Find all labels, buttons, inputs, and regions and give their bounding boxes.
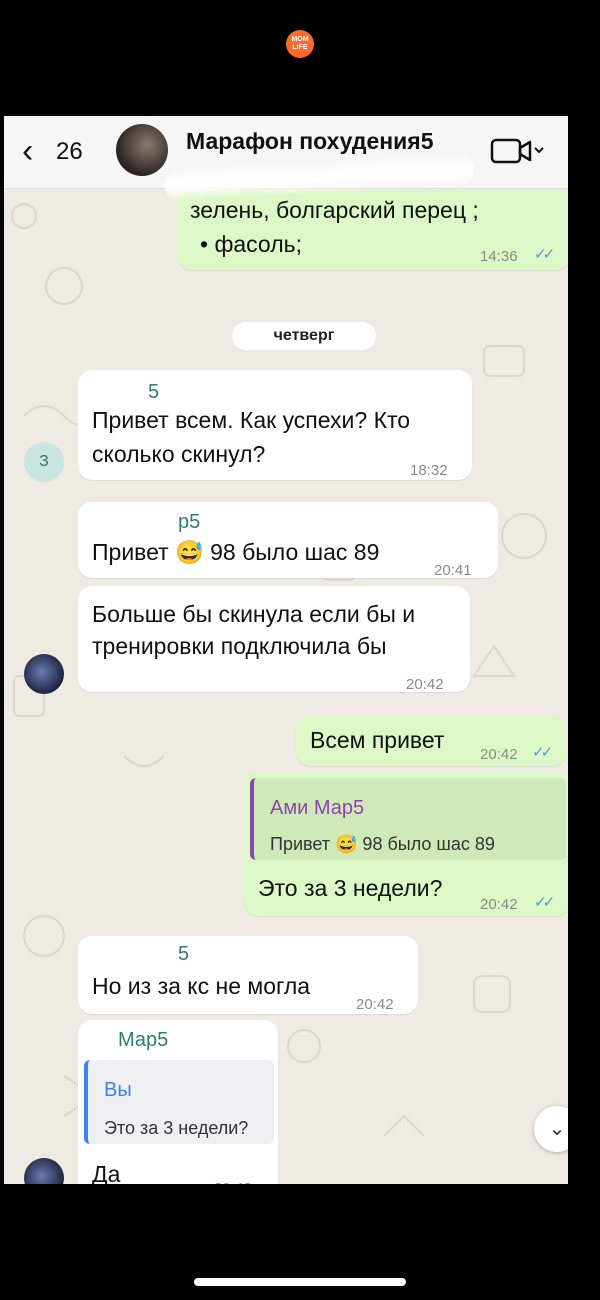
sender-name[interactable]: 5 xyxy=(178,938,189,971)
logo-line1: MOM xyxy=(291,36,309,43)
message-text: Привет всем. Как успехи? Кто xyxy=(92,407,411,433)
chevron-down-icon xyxy=(534,147,544,154)
message-time: 14:36 xyxy=(480,248,518,265)
chat-screen: ‹ 26 Марафон похудения5 зелень, болгарск… xyxy=(4,116,568,1184)
quoted-text: Привет 😅 98 было шас 89 xyxy=(270,834,495,854)
message-outgoing[interactable]: Всем привет 20:42 ✓✓ xyxy=(296,716,566,766)
group-avatar[interactable] xyxy=(116,124,168,176)
date-separator: четверг xyxy=(232,322,376,350)
message-time: 20:42 xyxy=(356,996,394,1013)
chevron-down-icon: ⌄ xyxy=(548,1118,566,1140)
message-time: 20:42 xyxy=(406,676,444,693)
message-incoming[interactable]: р5 Привет 😅 98 было шас 89 20:41 xyxy=(78,502,498,579)
message-time: 20:42 xyxy=(480,896,518,913)
message-text: Больше бы скинула если бы и xyxy=(92,601,416,627)
quoted-message[interactable]: Ами Мар5 Привет 😅 98 было шас 89 xyxy=(250,778,566,860)
chat-title[interactable]: Марафон похудения5 xyxy=(186,128,434,155)
message-text: зелень, болгарский перец ; xyxy=(190,197,479,223)
message-text: Да xyxy=(92,1161,121,1184)
message-text: тренировки подключила бы xyxy=(92,633,387,659)
message-text: сколько скинул? xyxy=(92,441,266,467)
message-outgoing-reply[interactable]: Ами Мар5 Привет 😅 98 было шас 89 Это за … xyxy=(244,772,568,916)
message-incoming[interactable]: Больше бы скинула если бы и тренировки п… xyxy=(78,586,470,693)
message-text: • фасоль; xyxy=(200,231,302,257)
avatar[interactable] xyxy=(24,654,64,694)
home-indicator[interactable] xyxy=(194,1278,406,1286)
sender-name[interactable]: р5 xyxy=(178,506,200,539)
message-text: Всем привет xyxy=(310,727,445,753)
back-chevron-icon[interactable]: ‹ xyxy=(22,134,33,168)
quoted-sender: Ами Мар5 xyxy=(270,797,365,819)
unread-count[interactable]: 26 xyxy=(56,138,83,166)
message-text: Это за 3 недели? xyxy=(258,875,443,901)
message-time: 20:41 xyxy=(434,562,472,579)
message-time: 20:42 xyxy=(214,1172,252,1184)
quoted-text: Это за 3 недели? xyxy=(104,1118,249,1138)
read-ticks-icon: ✓✓ xyxy=(534,246,555,263)
video-call-icon[interactable] xyxy=(490,136,546,166)
avatar[interactable]: З xyxy=(24,442,64,482)
message-incoming[interactable]: 5 Но из за кс не могла 20:42 xyxy=(78,936,418,1014)
message-time: 18:32 xyxy=(410,462,448,479)
message-text: Но из за кс не могла xyxy=(92,973,311,999)
message-incoming-reply[interactable]: Мар5 Вы Это за 3 недели? Да 20:42 xyxy=(78,1020,278,1184)
message-incoming[interactable]: 5 Привет всем. Как успехи? Кто сколько с… xyxy=(78,370,472,480)
sender-name[interactable]: Мар5 xyxy=(118,1024,168,1057)
read-ticks-icon: ✓✓ xyxy=(532,744,553,761)
logo-line2: LIFE xyxy=(292,44,308,51)
momlife-logo: MOM LIFE xyxy=(286,30,314,58)
message-text: Привет 😅 98 было шас 89 xyxy=(92,539,380,565)
read-ticks-icon: ✓✓ xyxy=(534,894,555,911)
message-time: 20:42 xyxy=(480,746,518,763)
quoted-message[interactable]: Вы Это за 3 недели? xyxy=(84,1060,274,1144)
quoted-sender: Вы xyxy=(104,1079,132,1101)
